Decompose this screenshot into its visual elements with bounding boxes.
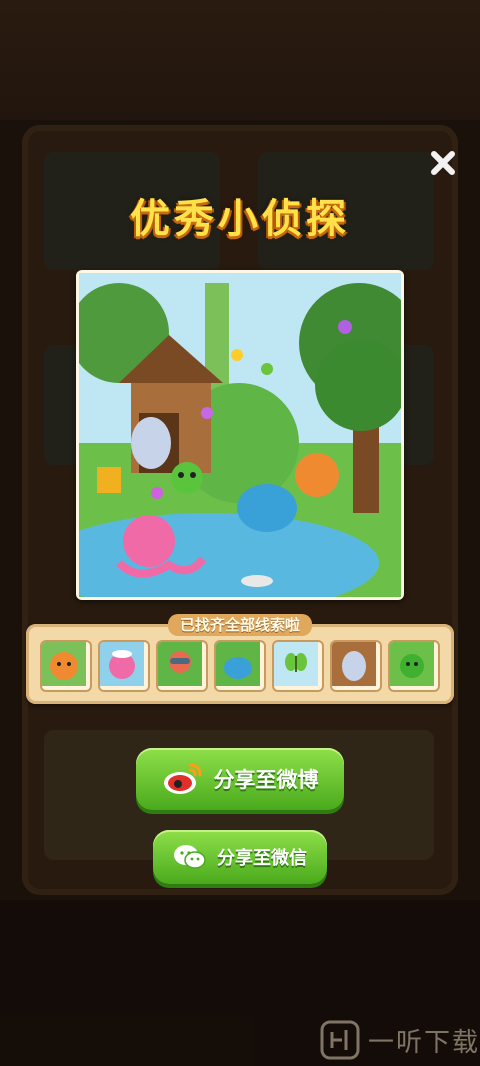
clue-yeti — [330, 640, 382, 692]
clue-butterfly — [272, 640, 324, 692]
clue-strip-label: 已找齐全部线索啦 — [167, 614, 312, 636]
clue-octopus — [98, 640, 150, 692]
clue-fox — [40, 640, 92, 692]
clue-green-blob — [388, 640, 440, 692]
clue-blue-creature — [214, 640, 266, 692]
share-weibo-label: 分享至微博 — [213, 768, 319, 792]
close-button[interactable] — [428, 148, 458, 178]
scene-illustration — [79, 273, 401, 597]
watermark-text: 一听下载 — [368, 1027, 480, 1058]
clue-bird-goggles — [156, 640, 208, 692]
weibo-icon — [162, 761, 204, 797]
clue-list — [40, 640, 440, 692]
share-wechat-button[interactable]: 分享至微信 — [153, 830, 327, 884]
close-icon — [431, 151, 455, 175]
wechat-icon — [173, 843, 207, 871]
scene-image — [76, 270, 404, 600]
share-wechat-label: 分享至微信 — [217, 848, 307, 869]
watermark-logo-icon — [320, 1020, 360, 1060]
share-weibo-button[interactable]: 分享至微博 — [136, 748, 344, 810]
clue-strip-label-wrap: 已找齐全部线索啦 — [0, 614, 480, 636]
watermark: 一听下载 — [320, 1020, 480, 1060]
result-title: 优秀小侦探 — [130, 196, 350, 242]
